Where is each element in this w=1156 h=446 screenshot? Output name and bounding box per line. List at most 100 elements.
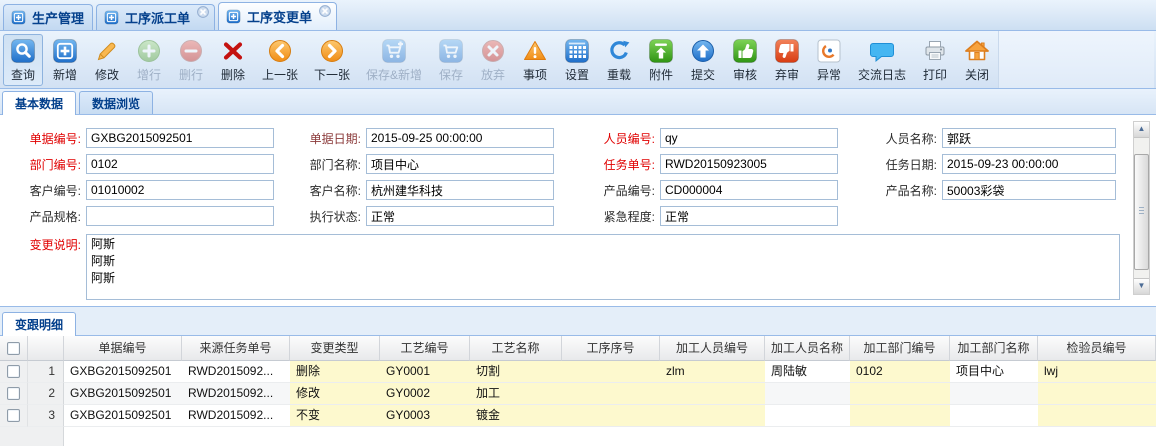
cell-worker-name[interactable] — [765, 383, 850, 405]
cell-inspector-no[interactable] — [1038, 405, 1156, 427]
doc-date-field[interactable] — [366, 128, 554, 148]
grid-header-change-type[interactable]: 变更类型 — [290, 336, 380, 361]
product-name-field[interactable] — [942, 180, 1116, 200]
delete-button[interactable]: 删除 — [213, 34, 253, 86]
urgency-field[interactable] — [660, 206, 838, 226]
settings-button[interactable]: 设置 — [557, 34, 597, 86]
attachment-button[interactable]: 附件 — [641, 34, 681, 86]
grid-header-process-no[interactable]: 工艺编号 — [380, 336, 470, 361]
modify-button[interactable]: 修改 — [87, 34, 127, 86]
reload-button[interactable]: 重载 — [599, 34, 639, 86]
cell-doc-no[interactable]: GXBG2015092501 — [64, 361, 182, 383]
cell-work-dept-name[interactable] — [950, 405, 1038, 427]
cell-inspector-no[interactable]: lwj — [1038, 361, 1156, 383]
prev-doc-button[interactable]: 上一张 — [255, 34, 305, 86]
scroll-up-icon[interactable]: ▲ — [1134, 122, 1149, 138]
form-scrollbar[interactable]: ▲ ▼ — [1133, 121, 1150, 295]
grid-header-worker-no[interactable]: 加工人员编号 — [660, 336, 765, 361]
cell-process-no[interactable]: GY0003 — [380, 405, 470, 427]
cell-step-no[interactable] — [562, 383, 660, 405]
customer-no-field[interactable] — [86, 180, 274, 200]
close-icon[interactable] — [319, 5, 331, 17]
cell-process-name[interactable]: 加工 — [470, 383, 562, 405]
cell-worker-no[interactable] — [660, 383, 765, 405]
row-checkbox[interactable] — [7, 365, 20, 378]
grid-header-inspector-no[interactable]: 检验员编号 — [1038, 336, 1156, 361]
product-spec-field[interactable] — [86, 206, 274, 226]
query-button[interactable]: 查询 — [3, 34, 43, 86]
cell-work-dept-name[interactable]: 项目中心 — [950, 361, 1038, 383]
tab-change-detail[interactable]: 变跟明细 — [2, 312, 76, 336]
window-tab-production-management[interactable]: 生产管理 — [3, 4, 93, 30]
row-checkbox[interactable] — [7, 409, 20, 422]
chat-log-button[interactable]: 交流日志 — [851, 34, 913, 86]
grid-header-step-no[interactable]: 工序序号 — [562, 336, 660, 361]
cell-process-name[interactable]: 切割 — [470, 361, 562, 383]
cell-process-no[interactable]: GY0002 — [380, 383, 470, 405]
row-select-cell[interactable] — [0, 383, 28, 405]
cell-doc-no[interactable]: GXBG2015092501 — [64, 405, 182, 427]
cell-work-dept-no[interactable] — [850, 405, 950, 427]
cell-change-type[interactable]: 不变 — [290, 405, 380, 427]
grid-header-process-name[interactable]: 工艺名称 — [470, 336, 562, 361]
scroll-down-icon[interactable]: ▼ — [1134, 278, 1149, 294]
grid-header-worker-name[interactable]: 加工人员名称 — [765, 336, 850, 361]
tab-data-browse[interactable]: 数据浏览 — [79, 91, 153, 114]
cell-work-dept-no[interactable]: 0102 — [850, 361, 950, 383]
tab-basic-data[interactable]: 基本数据 — [2, 91, 76, 115]
audit-button[interactable]: 审核 — [725, 34, 765, 86]
exception-button[interactable]: 异常 — [809, 34, 849, 86]
cell-worker-name[interactable] — [765, 405, 850, 427]
product-no-field[interactable] — [660, 180, 838, 200]
row-checkbox[interactable] — [7, 387, 20, 400]
scrollbar-track[interactable] — [1134, 138, 1149, 278]
cell-worker-name[interactable]: 周陆敏 — [765, 361, 850, 383]
cell-work-dept-name[interactable] — [950, 383, 1038, 405]
task-date-field[interactable] — [942, 154, 1116, 174]
cell-source-task-no[interactable]: RWD2015092... — [182, 383, 290, 405]
person-no-field[interactable] — [660, 128, 838, 148]
dept-no-field[interactable] — [86, 154, 274, 174]
unaudit-button[interactable]: 弃审 — [767, 34, 807, 86]
task-no-field[interactable] — [660, 154, 838, 174]
add-button[interactable]: 新增 — [45, 34, 85, 86]
row-select-cell[interactable] — [0, 405, 28, 427]
print-button[interactable]: 打印 — [915, 34, 955, 86]
grid-header-source-task-no[interactable]: 来源任务单号 — [182, 336, 290, 361]
cell-step-no[interactable] — [562, 361, 660, 383]
cell-change-type[interactable]: 删除 — [290, 361, 380, 383]
cell-step-no[interactable] — [562, 405, 660, 427]
table-row[interactable]: 1GXBG2015092501RWD2015092...删除GY0001切割zl… — [0, 361, 1156, 383]
scrollbar-thumb[interactable] — [1134, 154, 1149, 270]
matters-button[interactable]: 事项 — [515, 34, 555, 86]
close-button[interactable]: 关闭 — [957, 34, 997, 86]
cell-work-dept-no[interactable] — [850, 383, 950, 405]
cell-inspector-no[interactable] — [1038, 383, 1156, 405]
window-tab-process-change-order[interactable]: 工序变更单 — [218, 2, 337, 30]
grid-header-rownum[interactable] — [28, 336, 64, 361]
cell-source-task-no[interactable]: RWD2015092... — [182, 405, 290, 427]
table-row[interactable]: 3GXBG2015092501RWD2015092...不变GY0003镀金 — [0, 405, 1156, 427]
cell-process-name[interactable]: 镀金 — [470, 405, 562, 427]
cell-worker-no[interactable]: zlm — [660, 361, 765, 383]
exec-status-field[interactable] — [366, 206, 554, 226]
grid-header-doc-no[interactable]: 单据编号 — [64, 336, 182, 361]
grid-select-all-header[interactable] — [0, 336, 28, 361]
window-tab-process-dispatch-order[interactable]: 工序派工单 — [96, 4, 215, 30]
doc-no-field[interactable] — [86, 128, 274, 148]
grid-header-work-dept-no[interactable]: 加工部门编号 — [850, 336, 950, 361]
next-doc-button[interactable]: 下一张 — [307, 34, 357, 86]
submit-button[interactable]: 提交 — [683, 34, 723, 86]
grid-header-work-dept-name[interactable]: 加工部门名称 — [950, 336, 1038, 361]
cell-source-task-no[interactable]: RWD2015092... — [182, 361, 290, 383]
person-name-field[interactable] — [942, 128, 1116, 148]
select-all-checkbox[interactable] — [7, 342, 20, 355]
cell-doc-no[interactable]: GXBG2015092501 — [64, 383, 182, 405]
close-icon[interactable] — [197, 6, 209, 18]
table-row[interactable]: 2GXBG2015092501RWD2015092...修改GY0002加工 — [0, 383, 1156, 405]
dept-name-field[interactable] — [366, 154, 554, 174]
change-note-textarea[interactable]: 阿斯 阿斯 阿斯 — [86, 234, 1120, 300]
cell-worker-no[interactable] — [660, 405, 765, 427]
customer-name-field[interactable] — [366, 180, 554, 200]
cell-process-no[interactable]: GY0001 — [380, 361, 470, 383]
